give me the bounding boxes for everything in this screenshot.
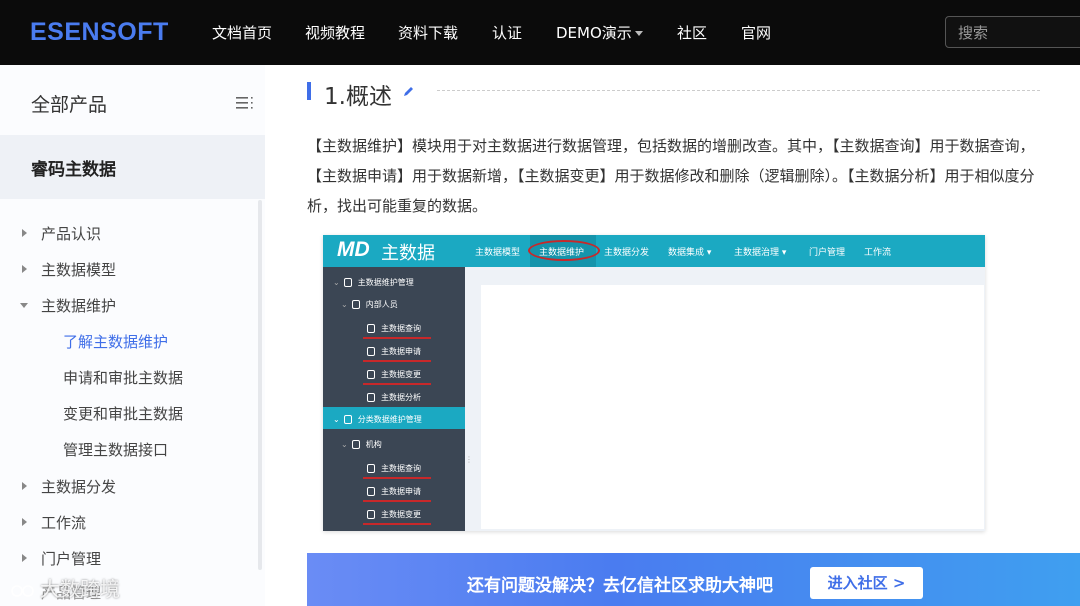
shot-tree-item: 主数据申请 xyxy=(367,486,421,497)
shot-tree-item: ⌄ 机构 xyxy=(341,440,382,449)
esensoft-logo[interactable]: ESENSOFT xyxy=(30,18,169,47)
annotation-underline xyxy=(363,383,431,385)
chevron-right-icon[interactable] xyxy=(22,265,27,273)
shot-tree-item: 主数据变更 xyxy=(367,369,421,380)
annotation-circle xyxy=(528,240,600,261)
tree-item-distribution[interactable]: 主数据分发 xyxy=(41,476,116,497)
shot-nav-item: 门户管理 xyxy=(809,248,846,258)
tree-item-portal[interactable]: 门户管理 xyxy=(41,548,101,569)
shot-logo-mark: MD xyxy=(337,238,370,261)
main-content: 1.概述 【主数据维护】模块用于对主数据进行数据管理，包括数据的增删改查。其中，… xyxy=(265,65,1080,606)
tree-item-apply-approve[interactable]: 申请和审批主数据 xyxy=(63,367,183,388)
watermark: 大数跨境 xyxy=(10,573,120,602)
sidebar: 全部产品 睿码主数据 产品认识 主数据模型 主数据维护 了解主数据维护 申请和审… xyxy=(0,65,265,606)
search-input[interactable]: 搜索 xyxy=(945,16,1080,48)
shot-topbar: MD 主数据 主数据模型 主数据维护 主数据分发 数据集成 ▾ 主数据治理 ▾ … xyxy=(323,235,985,267)
nav-certification[interactable]: 认证 xyxy=(492,22,522,43)
watermark-text: 大数跨境 xyxy=(40,577,120,601)
annotation-underline xyxy=(363,500,431,502)
shot-nav-item: 主数据分发 xyxy=(604,248,650,258)
shot-tree-item: ⌄ 内部人员 xyxy=(341,300,398,309)
sidebar-header: 全部产品 xyxy=(0,65,265,135)
tree-item-product-intro[interactable]: 产品认识 xyxy=(41,223,101,244)
chevron-right-icon[interactable] xyxy=(22,229,27,237)
sidebar-scrollbar[interactable] xyxy=(258,200,262,570)
overview-paragraph: 【主数据维护】模块用于对主数据进行数据管理，包括数据的增删改查。其中，【主数据查… xyxy=(307,137,1035,215)
tree-item-workflow[interactable]: 工作流 xyxy=(41,512,86,533)
shot-nav-item: 工作流 xyxy=(864,248,892,258)
product-title[interactable]: 睿码主数据 xyxy=(0,135,265,199)
heading-marker xyxy=(307,82,311,100)
tree-item-data-model[interactable]: 主数据模型 xyxy=(41,259,116,280)
nav-demo-label: DEMO演示 xyxy=(556,24,632,42)
menu-icon[interactable] xyxy=(236,96,254,110)
watermark-logo-icon xyxy=(11,584,34,597)
banner-text: 还有问题没解决？去亿信社区求助大神吧 xyxy=(467,576,773,596)
shot-tree-item: 主数据申请 xyxy=(367,346,421,357)
edit-pencil-icon[interactable] xyxy=(403,85,415,97)
shot-tree-item: 主数据分析 xyxy=(367,392,421,403)
shot-sidebar: ⌄ 主数据维护管理 ⌄ 内部人员 主数据查询 主数据申请 主数据变更 主数据分析 ⌄… xyxy=(323,267,465,531)
embedded-screenshot: MD 主数据 主数据模型 主数据维护 主数据分发 数据集成 ▾ 主数据治理 ▾ … xyxy=(323,235,985,531)
nav-docs-home[interactable]: 文档首页 xyxy=(212,22,272,43)
chevron-down-icon xyxy=(634,31,643,36)
shot-content-area xyxy=(481,285,984,529)
nav-video-tutorials[interactable]: 视频教程 xyxy=(305,22,365,43)
shot-nav-item: 主数据模型 xyxy=(475,248,521,258)
chevron-down-icon[interactable] xyxy=(20,303,28,308)
shot-logo-text: 主数据 xyxy=(381,243,435,264)
shot-nav-item: 主数据治理 ▾ xyxy=(734,248,787,258)
tree-item-manage-interface[interactable]: 管理主数据接口 xyxy=(63,439,168,460)
annotation-underline xyxy=(363,477,431,479)
section-heading: 1.概述 xyxy=(324,84,392,110)
chevron-right-icon[interactable] xyxy=(22,554,27,562)
chevron-right-icon[interactable] xyxy=(22,482,27,490)
annotation-underline xyxy=(363,337,431,339)
top-navbar: ESENSOFT 文档首页 视频教程 资料下载 认证 DEMO演示 社区 官网 … xyxy=(0,0,1080,65)
heading-divider xyxy=(437,90,1040,91)
shot-resize-handle: ⋮ xyxy=(465,455,473,464)
shot-tree-item: 主数据查询 xyxy=(367,323,421,334)
nav-downloads[interactable]: 资料下载 xyxy=(398,22,458,43)
nav-demo[interactable]: DEMO演示 xyxy=(556,22,643,43)
shot-nav-item: 数据集成 ▾ xyxy=(668,248,712,258)
tree-item-understand-maintenance[interactable]: 了解主数据维护 xyxy=(63,331,168,352)
tree-item-data-maintenance[interactable]: 主数据维护 xyxy=(41,295,116,316)
shot-tree-item: ⌄ 主数据维护管理 xyxy=(333,278,414,287)
annotation-underline xyxy=(363,360,431,362)
chevron-right-icon[interactable] xyxy=(22,518,27,526)
enter-community-button[interactable]: 进入社区 > xyxy=(810,567,923,599)
product-name: 睿码主数据 xyxy=(31,160,116,180)
tree-item-change-approve[interactable]: 变更和审批主数据 xyxy=(63,403,183,424)
community-banner: 还有问题没解决？去亿信社区求助大神吧 进入社区 > xyxy=(307,553,1080,606)
nav-official-site[interactable]: 官网 xyxy=(741,22,771,43)
shot-tree-item: 主数据变更 xyxy=(367,509,421,520)
nav-community[interactable]: 社区 xyxy=(677,22,707,43)
shot-tree-item: ⌄ 分类数据维护管理 xyxy=(333,415,422,424)
sidebar-title: 全部产品 xyxy=(31,94,108,116)
shot-tree-item: 主数据查询 xyxy=(367,463,421,474)
annotation-underline xyxy=(363,523,431,525)
